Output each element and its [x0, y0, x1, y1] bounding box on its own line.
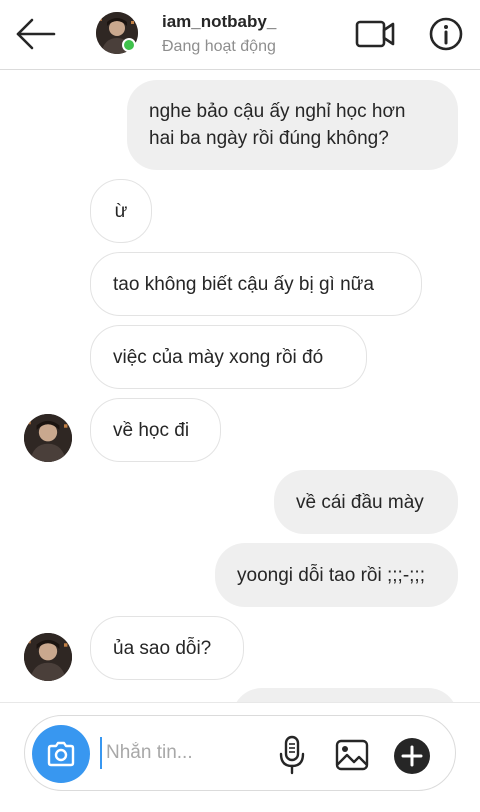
avatar[interactable]: [24, 414, 72, 462]
message-bubble-incoming[interactable]: việc của mày xong rồi đó: [90, 325, 367, 389]
gallery-button[interactable]: [334, 738, 370, 772]
voice-message-button[interactable]: [276, 735, 308, 775]
message-bubble-outgoing[interactable]: nghe bảo cậu ấy nghỉ học hơn hai ba ngày…: [127, 80, 458, 170]
microphone-icon: [279, 735, 305, 775]
video-camera-icon: [355, 20, 395, 48]
plus-icon: [394, 738, 430, 774]
message-bubble-incoming[interactable]: ừ: [90, 179, 152, 243]
message-input[interactable]: [100, 737, 266, 769]
message-bubble-incoming[interactable]: về học đi: [90, 398, 221, 462]
more-options-button[interactable]: [393, 737, 431, 775]
avatar[interactable]: [24, 633, 72, 681]
image-icon: [335, 739, 369, 771]
message-bubble-outgoing[interactable]: về cái đầu mày: [274, 470, 458, 534]
chat-username[interactable]: iam_notbaby_: [162, 12, 276, 32]
video-call-button[interactable]: [354, 16, 396, 52]
camera-button[interactable]: [32, 725, 90, 783]
back-button[interactable]: [14, 16, 58, 52]
info-icon: [429, 17, 463, 51]
message-thread[interactable]: nghe bảo cậu ấy nghỉ học hơn hai ba ngày…: [0, 70, 480, 702]
active-status: Đang hoạt động: [162, 38, 276, 55]
message-bubble-incoming[interactable]: tao không biết cậu ấy bị gì nữa: [90, 252, 422, 316]
message-bubble-outgoing[interactable]: yoongi dỗi tao rồi ;;;-;;;: [215, 543, 458, 607]
message-bubble-incoming[interactable]: ủa sao dỗi?: [90, 616, 244, 680]
camera-icon: [47, 741, 75, 767]
chat-header: iam_notbaby_ Đang hoạt động: [0, 0, 480, 70]
message-composer: [0, 702, 480, 812]
online-indicator: [122, 38, 136, 52]
info-button[interactable]: [428, 16, 464, 52]
arrow-left-icon: [16, 18, 56, 50]
message-bubble-outgoing-partial[interactable]: [232, 688, 458, 702]
